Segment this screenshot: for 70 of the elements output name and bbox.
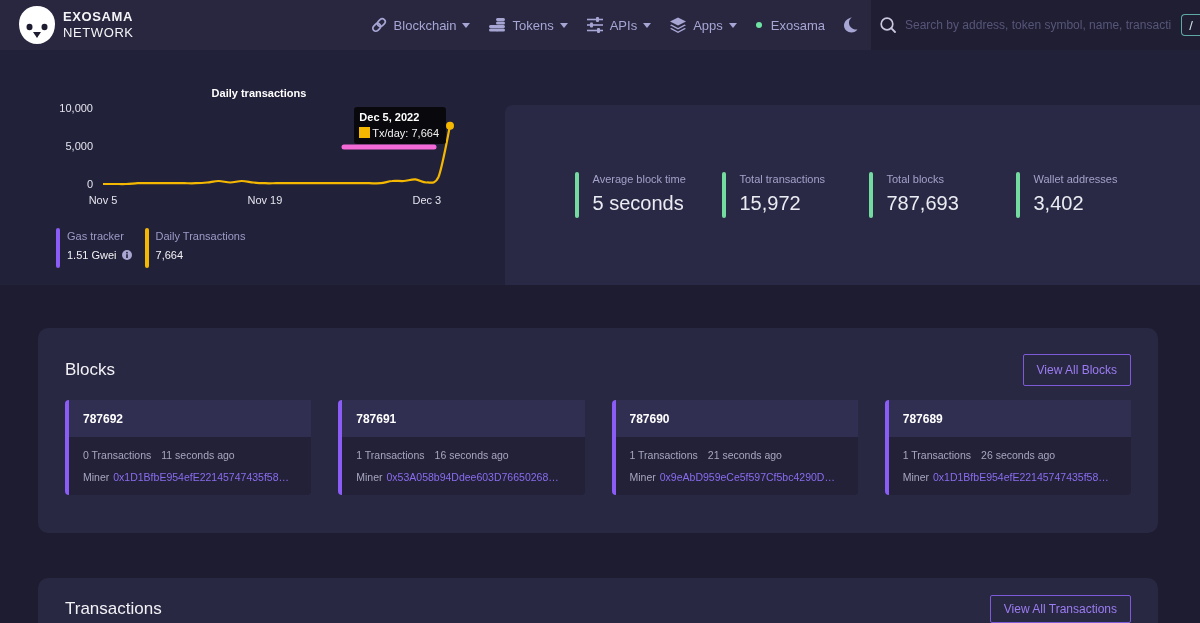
- block-age: 21 seconds ago: [707, 448, 782, 462]
- block-number-link[interactable]: 787692: [83, 411, 124, 426]
- block-number-link[interactable]: 787691: [356, 411, 397, 426]
- stat-value: 7,664: [155, 248, 184, 262]
- stat-label: Total transactions: [739, 172, 826, 186]
- brand-subtitle: NETWORK: [63, 25, 134, 41]
- layers-icon: [670, 17, 687, 33]
- stat-value: 15,972: [739, 191, 802, 215]
- info-icon[interactable]: [121, 250, 132, 260]
- axis-tick-label: 0: [86, 178, 93, 190]
- transaction-count: 1 Transactions: [902, 448, 972, 462]
- stat-label: Daily Transactions: [155, 229, 246, 243]
- miner-label: Miner: [356, 470, 383, 484]
- section-title: Transactions: [65, 599, 162, 619]
- axis-tick-label: Dec 3: [412, 194, 442, 206]
- miner-address-link[interactable]: 0x1D1BfbE954efE22145747435f58…: [113, 470, 289, 484]
- stat-accent-bar: [575, 172, 579, 218]
- axis-tick-label: 10,000: [59, 102, 93, 114]
- transaction-count: 1 Transactions: [629, 448, 698, 462]
- coins-icon: [489, 17, 506, 33]
- sliders-icon: [586, 17, 603, 33]
- block-number-link[interactable]: 787690: [629, 411, 670, 426]
- chart-title: Daily transactions: [211, 87, 307, 99]
- miner-label: Miner: [902, 470, 929, 484]
- nav-link[interactable]: Tokens: [489, 17, 568, 33]
- nav-link[interactable]: Blockchain: [370, 17, 471, 33]
- search-input[interactable]: Search by address, token symbol, name, transacti: [905, 18, 1172, 32]
- bird-face-logo-icon[interactable]: [18, 5, 56, 45]
- axis-tick-label: Nov 19: [247, 194, 283, 206]
- miner-label: Miner: [83, 470, 110, 484]
- stat-label: Gas tracker: [67, 229, 125, 243]
- data-point-marker: [446, 121, 454, 130]
- tooltip-value: Tx/day: 7,664: [372, 126, 439, 139]
- brand-name: EXOSAMA: [63, 9, 134, 25]
- view-all-blocks-button[interactable]: View All Blocks: [1022, 354, 1131, 386]
- axis-tick-label: Nov 5: [88, 194, 118, 206]
- block-age: 26 seconds ago: [981, 448, 1056, 462]
- transaction-count: 0 Transactions: [83, 448, 152, 462]
- transaction-count: 1 Transactions: [356, 448, 425, 462]
- stat-accent-bar: [1016, 172, 1020, 218]
- nav-link[interactable]: Apps: [670, 17, 737, 33]
- nav-link[interactable]: APIs: [586, 17, 652, 33]
- status-dot-icon: [755, 22, 762, 28]
- block-number-link[interactable]: 787689: [902, 411, 943, 426]
- block-age: 16 seconds ago: [434, 448, 509, 462]
- block-age: 11 seconds ago: [161, 448, 235, 462]
- search-icon: [880, 17, 896, 33]
- tooltip-date: Dec 5, 2022: [359, 110, 421, 123]
- stat-accent-bar: [722, 172, 726, 218]
- stat-label: Total blocks: [886, 172, 945, 186]
- miner-address-link[interactable]: 0x1D1BfbE954efE22145747435f58…: [933, 470, 1109, 484]
- shortcut-key: /: [1181, 14, 1200, 36]
- legend-swatch-icon: [359, 127, 371, 139]
- link-icon: [370, 17, 387, 33]
- miner-address-link[interactable]: 0x9eAbD959eCe5f597Cf5bc4290D…: [659, 470, 835, 484]
- nav-link[interactable]: Exosama: [755, 17, 825, 33]
- theme-toggle-button[interactable]: [843, 17, 858, 33]
- miner-address-link[interactable]: 0x53A058b94Ddee603D76650268…: [386, 470, 559, 484]
- stat-value: 1.51 Gwei: [67, 248, 117, 262]
- stat-value: 3,402: [1033, 191, 1085, 215]
- stat-label: Average block time: [592, 172, 686, 186]
- stat-accent-bar: [869, 172, 873, 218]
- stat-label: Wallet addresses: [1033, 172, 1118, 186]
- moon-icon: [843, 17, 858, 33]
- miner-label: Miner: [629, 470, 656, 484]
- stat-value: 787,693: [886, 191, 959, 215]
- view-all-transactions-button[interactable]: View All Transactions: [989, 595, 1131, 623]
- axis-tick-label: 5,000: [65, 140, 93, 152]
- section-title: Blocks: [65, 360, 116, 380]
- stat-value: 5 seconds: [592, 191, 685, 215]
